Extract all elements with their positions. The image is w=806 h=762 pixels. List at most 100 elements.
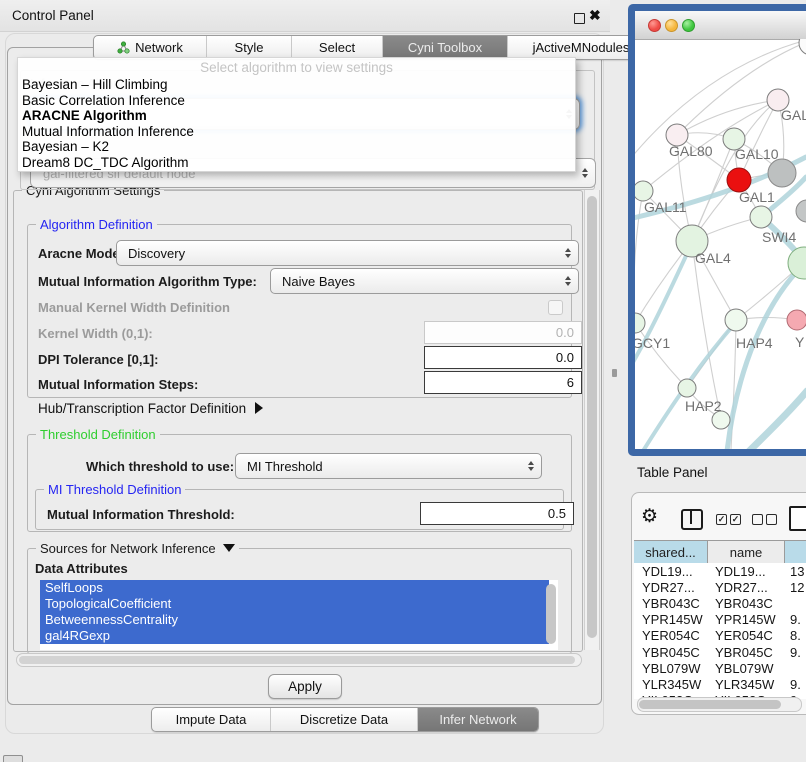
algorithm-option-selected[interactable]: ARACNE Algorithm (18, 108, 575, 124)
list-item[interactable]: SelfLoops (40, 580, 549, 596)
close-window-icon[interactable] (648, 19, 661, 32)
table-row[interactable]: YBR045CYBR045C9. (634, 644, 806, 660)
tab-infer-network[interactable]: Infer Network (417, 708, 538, 731)
manual-kernel-label: Manual Kernel Width Definition (38, 300, 230, 315)
node-gray-2[interactable] (796, 200, 806, 222)
table-row[interactable]: YBL079WYBL079W (634, 660, 806, 676)
column-header-name[interactable]: name (707, 541, 784, 564)
network-icon (117, 41, 130, 54)
dpi-tolerance-label: DPI Tolerance [0,1]: (38, 352, 158, 367)
kernel-width-field: 0.0 (424, 321, 582, 344)
dropdown-placeholder: Select algorithm to view settings (18, 58, 575, 77)
mi-steps-label: Mutual Information Steps: (38, 377, 198, 392)
tab-network-label: Network (135, 40, 183, 55)
export-table-icon[interactable] (789, 506, 806, 531)
mi-steps-field[interactable]: 6 (424, 371, 582, 394)
dpi-tolerance-field[interactable]: 0.0 (424, 346, 582, 369)
column-header-clipped[interactable] (784, 541, 806, 564)
sources-group-title[interactable]: Sources for Network Inference (36, 541, 239, 556)
node-gcy1[interactable] (635, 313, 645, 333)
tab-discretize-data[interactable]: Discretize Data (270, 708, 417, 731)
mi-threshold-label: Mutual Information Threshold: (47, 507, 235, 522)
combo-stepper-icon (582, 168, 588, 178)
algorithm-option[interactable]: Bayesian – Hill Climbing (18, 77, 575, 93)
deselect-all-checkbox-icon[interactable] (752, 514, 763, 525)
node-label: HAP4 (736, 335, 773, 351)
table-hscrollbar-thumb[interactable] (639, 700, 781, 709)
table-panel-title: Table Panel (637, 465, 708, 480)
list-item[interactable]: TopologicalCoefficient (40, 596, 549, 612)
apply-button[interactable]: Apply (268, 674, 342, 699)
float-panel-icon[interactable] (574, 13, 585, 24)
node-label: HAP2 (685, 398, 722, 414)
network-canvas[interactable]: GAL GAL80 GAL10 GAL1 GAL11 SWI4 GAL4 GCY… (635, 39, 806, 449)
close-panel-icon[interactable]: ✖ (589, 7, 601, 24)
node-unlabeled[interactable] (799, 39, 806, 55)
aracne-mode-combobox[interactable]: Discovery (116, 240, 579, 266)
node-gray[interactable] (768, 159, 796, 187)
mi-threshold-field[interactable]: 0.5 (420, 502, 574, 525)
node-label: SWI4 (762, 229, 796, 245)
threshold-definition-title: Threshold Definition (36, 427, 160, 442)
table-row[interactable]: YBR043CYBR043C (634, 595, 806, 611)
table-row[interactable]: YER054CYER054C8. (634, 628, 806, 644)
node-label: GAL11 (644, 199, 687, 215)
data-attributes-label: Data Attributes (35, 561, 128, 576)
expander-arrow-icon (255, 402, 263, 414)
select-all-checkbox-icon: ✓ (730, 514, 741, 525)
network-node-labels: GAL GAL80 GAL10 GAL1 GAL11 SWI4 GAL4 GCY… (635, 107, 806, 414)
select-all-checkbox-icon[interactable]: ✓ (716, 514, 727, 525)
settings-hscrollbar-track[interactable] (16, 653, 582, 667)
deselect-all-checkbox-icon (766, 514, 777, 525)
node-hap4[interactable] (725, 309, 747, 331)
node-gal11[interactable] (635, 181, 653, 201)
cyni-bottom-tabbar: Impute Data Discretize Data Infer Networ… (151, 707, 539, 732)
combo-stepper-icon (565, 276, 571, 286)
tab-cyni-toolbox[interactable]: Cyni Toolbox (382, 36, 507, 59)
which-threshold-label: Which threshold to use: (86, 459, 234, 474)
algorithm-option[interactable]: Basic Correlation Inference (18, 93, 575, 109)
minimize-window-icon[interactable] (665, 19, 678, 32)
aracne-mode-label: Aracne Mode: (38, 246, 124, 261)
node-y-pink[interactable] (787, 310, 806, 330)
list-item[interactable]: gal4RGexp (40, 628, 549, 644)
table-settings-gear-icon[interactable]: ⚙ (641, 505, 658, 528)
tab-impute-data[interactable]: Impute Data (152, 708, 270, 731)
node-label: GAL1 (739, 189, 775, 205)
table-row[interactable]: YLR345WYLR345W9. (634, 676, 806, 692)
table-row[interactable]: YDL19...YDL19...13 (634, 563, 806, 579)
tab-style[interactable]: Style (206, 36, 291, 59)
data-attributes-list: SelfLoops TopologicalCoefficient Between… (40, 580, 558, 650)
hub-definition-expander[interactable]: Hub/Transcription Factor Definition (38, 401, 263, 416)
algorithm-option[interactable]: Bayesian – K2 (18, 139, 575, 155)
split-columns-icon[interactable] (681, 509, 703, 530)
node-label: GAL10 (735, 146, 779, 162)
node-label: GAL4 (695, 250, 731, 266)
combo-stepper-icon (528, 461, 534, 471)
tab-select[interactable]: Select (291, 36, 382, 59)
settings-hscrollbar-thumb[interactable] (19, 656, 575, 664)
minimized-panel-icon[interactable] (3, 755, 23, 762)
settings-vscrollbar-track[interactable] (584, 190, 600, 650)
node-hap2[interactable] (678, 379, 696, 397)
collapse-arrow-icon (223, 544, 235, 552)
table-hscrollbar-track[interactable] (637, 697, 802, 712)
application-root: Control Panel ✖ Network Style Select Cyn… (0, 0, 806, 762)
table-body: YDL19...YDL19...13 YDR27...YDR27...12 YB… (634, 563, 806, 699)
node-swi4[interactable] (750, 206, 772, 228)
table-row[interactable]: YDR27...YDR27...12 (634, 579, 806, 595)
algorithm-option[interactable]: Mutual Information Inference (18, 124, 575, 140)
tab-network[interactable]: Network (94, 36, 206, 59)
network-window-titlebar[interactable] (635, 11, 806, 40)
settings-vscrollbar-thumb[interactable] (587, 196, 597, 638)
panel-divider-handle[interactable] (612, 369, 617, 377)
node-label: GCY1 (635, 335, 670, 351)
attribute-list-scrollbar[interactable] (546, 584, 556, 644)
column-header-shared[interactable]: shared... (634, 541, 707, 564)
which-threshold-combobox[interactable]: MI Threshold (235, 453, 542, 479)
algorithm-option[interactable]: Dream8 DC_TDC Algorithm (18, 155, 575, 171)
list-item[interactable]: BetweennessCentrality (40, 612, 549, 628)
mi-type-combobox[interactable]: Naive Bayes (270, 268, 579, 294)
maximize-window-icon[interactable] (682, 19, 695, 32)
table-row[interactable]: YPR145WYPR145W9. (634, 612, 806, 628)
